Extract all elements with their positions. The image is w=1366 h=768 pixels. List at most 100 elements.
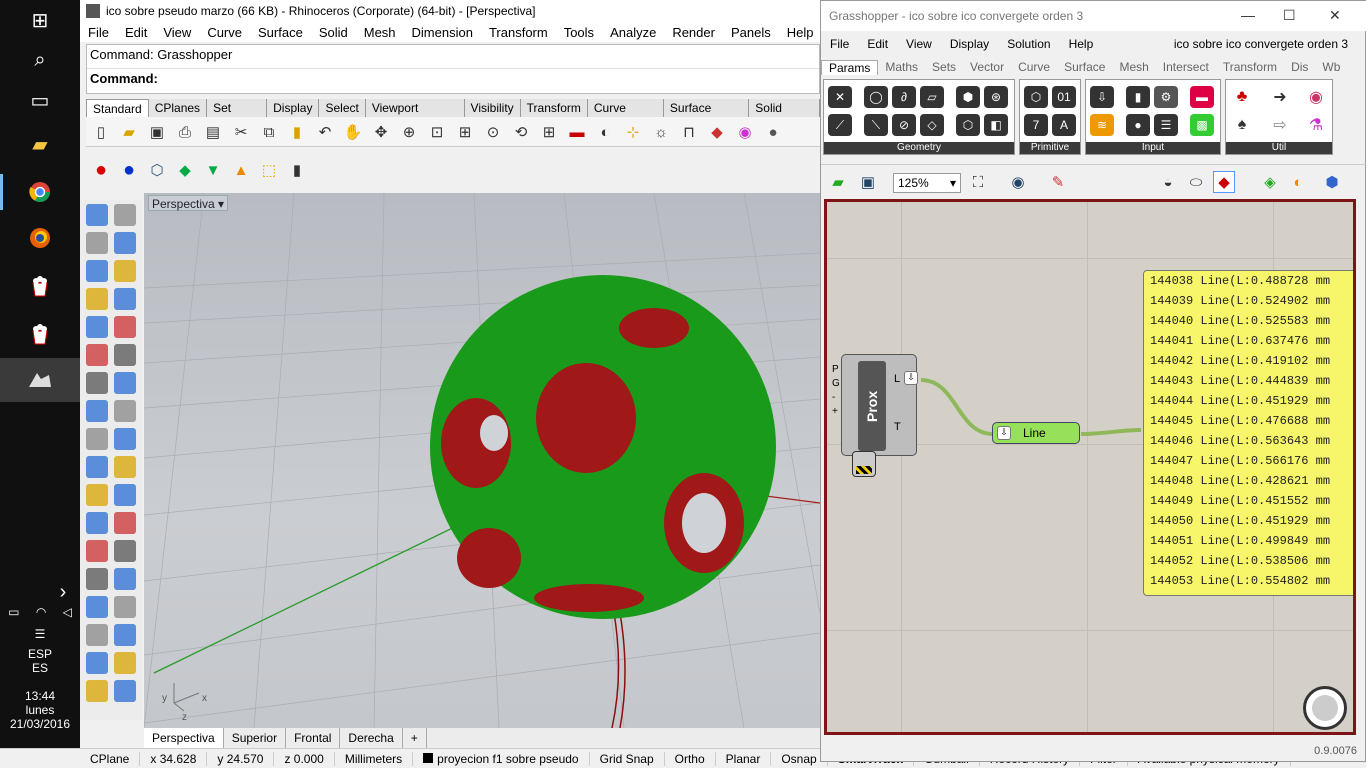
side-tool-icon[interactable] bbox=[86, 512, 108, 534]
proximity-component[interactable]: P G - + Prox L ⇩ T bbox=[832, 354, 918, 477]
sketch-pen-icon[interactable]: ✎ bbox=[1047, 171, 1069, 193]
box-icon[interactable]: ⬡ bbox=[146, 159, 168, 181]
popcorn-app-icon[interactable] bbox=[20, 268, 60, 304]
colour-swatch-icon[interactable]: ◉ bbox=[1304, 86, 1328, 108]
point-param-icon[interactable]: ✕ bbox=[828, 86, 852, 108]
curve-param-icon[interactable]: ∂ bbox=[892, 86, 916, 108]
wifi-icon[interactable]: ◠ bbox=[36, 605, 46, 619]
tab-curve[interactable]: Curve bbox=[1011, 60, 1057, 74]
viewport-label[interactable]: Perspectiva ▾ bbox=[148, 195, 229, 211]
light-bulb-icon[interactable]: ☼ bbox=[650, 121, 672, 143]
chrome-icon[interactable] bbox=[20, 174, 60, 210]
tab-cplanes[interactable]: CPlanes bbox=[148, 99, 208, 117]
color-wheel-icon[interactable]: ◉ bbox=[734, 121, 756, 143]
arc-param-icon[interactable]: ◇ bbox=[920, 114, 944, 136]
tab-perspectiva[interactable]: Perspectiva bbox=[144, 728, 224, 748]
menu-render[interactable]: Render bbox=[664, 25, 723, 40]
knob-icon[interactable]: ⚙ bbox=[1154, 86, 1178, 108]
dial-icon[interactable]: ● bbox=[1126, 114, 1150, 136]
red-sphere-icon[interactable]: ● bbox=[90, 159, 112, 181]
side-tool-icon[interactable] bbox=[86, 652, 108, 674]
graph-mapper-icon[interactable]: ≋ bbox=[1090, 114, 1114, 136]
cone-icon[interactable]: ▲ bbox=[230, 159, 252, 181]
import-icon[interactable]: ⇩ bbox=[1090, 86, 1114, 108]
maximize-icon[interactable]: ☐ bbox=[1283, 7, 1296, 24]
undo-icon[interactable]: ↶ bbox=[314, 121, 336, 143]
status-planar[interactable]: Planar bbox=[716, 751, 772, 766]
side-tool-icon[interactable] bbox=[114, 372, 136, 394]
integer-param-icon[interactable]: 01 bbox=[1052, 86, 1076, 108]
side-tool-icon[interactable] bbox=[114, 400, 136, 422]
tab-surface[interactable]: Surface bbox=[1057, 60, 1112, 74]
task-view-icon[interactable]: ▭ bbox=[20, 82, 60, 118]
properties-icon[interactable]: ▤ bbox=[202, 121, 224, 143]
paste-icon[interactable]: ▮ bbox=[286, 121, 308, 143]
group-geometry-label[interactable]: Geometry bbox=[824, 142, 1014, 154]
bounding-box-icon[interactable]: ⬚ bbox=[258, 159, 280, 181]
zoom-dropdown[interactable]: 125% ▾ bbox=[893, 173, 961, 193]
zoom-selected-icon[interactable]: ⊙ bbox=[482, 121, 504, 143]
search-icon[interactable]: ⌕ bbox=[20, 42, 60, 78]
toggle-icon[interactable]: ▮ bbox=[1126, 86, 1150, 108]
mesh-param-icon[interactable]: ⊛ bbox=[984, 86, 1008, 108]
menu-surface[interactable]: Surface bbox=[250, 25, 311, 40]
menu-analyze[interactable]: Analyze bbox=[602, 25, 664, 40]
preview-mesh-icon[interactable]: ⬭ bbox=[1185, 171, 1207, 193]
prox-input-g[interactable]: G bbox=[832, 377, 840, 391]
menu-mesh[interactable]: Mesh bbox=[356, 25, 404, 40]
minimize-icon[interactable]: — bbox=[1241, 7, 1255, 23]
tab-derecha[interactable]: Derecha bbox=[340, 728, 403, 748]
side-tool-icon[interactable] bbox=[114, 260, 136, 282]
gh-menu-edit[interactable]: Edit bbox=[858, 37, 897, 51]
prox-input-minus[interactable]: - bbox=[832, 391, 840, 405]
side-tool-icon[interactable] bbox=[114, 204, 136, 226]
menu-view[interactable]: View bbox=[155, 25, 199, 40]
prox-output-l[interactable]: L bbox=[894, 373, 900, 385]
side-tool-icon[interactable] bbox=[114, 680, 136, 702]
side-tool-icon[interactable] bbox=[86, 372, 108, 394]
gh-menu-file[interactable]: File bbox=[821, 37, 858, 51]
polysurface-icon[interactable]: ◆ bbox=[174, 159, 196, 181]
pan-hand-icon[interactable]: ✋ bbox=[342, 121, 364, 143]
side-tool-icon[interactable] bbox=[114, 316, 136, 338]
status-cplane[interactable]: CPlane bbox=[80, 751, 141, 766]
viewport-dropdown-icon[interactable]: ▾ bbox=[218, 197, 224, 211]
line-param-icon[interactable]: ⟍ bbox=[864, 114, 888, 136]
command-prompt[interactable]: Command: bbox=[87, 69, 819, 93]
file-explorer-icon[interactable]: ▰ bbox=[20, 126, 60, 162]
tab-viewport-layout[interactable]: Viewport Layout bbox=[365, 99, 465, 133]
side-tool-icon[interactable] bbox=[86, 568, 108, 590]
zoom-window-icon[interactable]: ⊡ bbox=[426, 121, 448, 143]
side-tool-icon[interactable] bbox=[114, 232, 136, 254]
four-views-icon[interactable]: ⊞ bbox=[538, 121, 560, 143]
text-param-icon[interactable]: A bbox=[1052, 114, 1076, 136]
number-param-icon[interactable]: 7 bbox=[1024, 114, 1048, 136]
rhino-app-icon[interactable] bbox=[0, 358, 80, 402]
print-icon[interactable]: ⎙ bbox=[174, 121, 196, 143]
side-tool-icon[interactable] bbox=[86, 484, 108, 506]
gh-menu-view[interactable]: View bbox=[897, 37, 941, 51]
side-tool-icon[interactable] bbox=[86, 540, 108, 562]
side-tool-icon[interactable] bbox=[86, 288, 108, 310]
gh-canvas[interactable]: P G - + Prox L ⇩ T ⇩ Line 144038 Line(L:… bbox=[824, 199, 1356, 735]
add-viewport-tab[interactable]: + bbox=[403, 728, 427, 748]
tab-vector[interactable]: Vector bbox=[963, 60, 1011, 74]
cut-icon[interactable]: ✂ bbox=[230, 121, 252, 143]
tab-intersect[interactable]: Intersect bbox=[1156, 60, 1216, 74]
preview-eye-icon[interactable]: ◉ bbox=[1007, 171, 1029, 193]
status-grid-snap[interactable]: Grid Snap bbox=[590, 751, 665, 766]
cylinder-icon[interactable]: ▮ bbox=[286, 159, 308, 181]
gh-menu-help[interactable]: Help bbox=[1060, 37, 1103, 51]
group-util-label[interactable]: Util bbox=[1226, 142, 1332, 154]
side-tool-icon[interactable] bbox=[86, 260, 108, 282]
brep-param-icon[interactable]: ⬡ bbox=[956, 114, 980, 136]
language-indicator[interactable]: ESP ES bbox=[0, 647, 80, 675]
output-panel[interactable]: 144038 Line(L:0.488728 mm 144039 Line(L:… bbox=[1143, 270, 1353, 596]
tab-display[interactable]: Display bbox=[267, 99, 320, 117]
bake-icon[interactable]: ◈ bbox=[1259, 171, 1281, 193]
side-tool-icon[interactable] bbox=[86, 680, 108, 702]
tab-maths[interactable]: Maths bbox=[878, 60, 925, 74]
open-folder-icon[interactable]: ▰ bbox=[118, 121, 140, 143]
menu-panels[interactable]: Panels bbox=[723, 25, 779, 40]
tab-params[interactable]: Params bbox=[821, 59, 879, 75]
